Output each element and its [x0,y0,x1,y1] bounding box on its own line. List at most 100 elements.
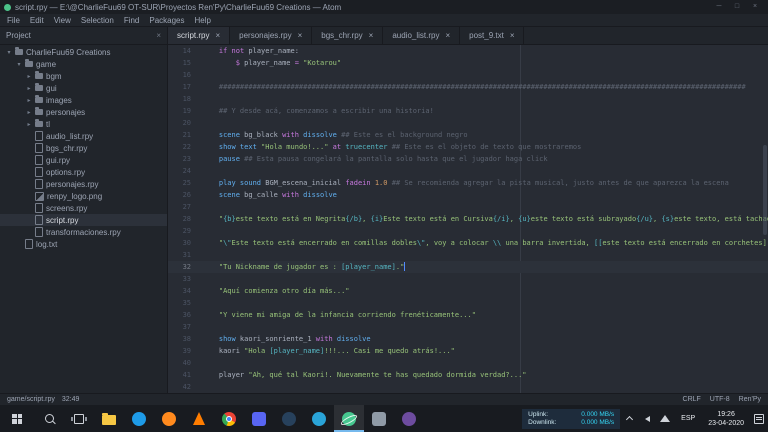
tab-close-icon[interactable]: × [215,31,220,40]
menu-view[interactable]: View [49,16,76,25]
status-cursor-position[interactable]: 32:49 [62,396,80,403]
line-number[interactable]: 24 [168,165,198,177]
search-button[interactable] [34,405,64,432]
line-number[interactable]: 23 [168,153,198,165]
line-number[interactable]: 38 [168,333,198,345]
line-number[interactable]: 21 [168,129,198,141]
taskbar-chrome-browser-button[interactable] [214,405,244,432]
tree-item-script.rpy[interactable]: script.rpy [0,214,167,226]
code-line[interactable]: 40 [168,357,768,369]
line-number[interactable]: 16 [168,69,198,81]
tab-script.rpy[interactable]: script.rpy× [168,27,230,44]
line-number[interactable]: 32 [168,261,198,273]
clock[interactable]: 19:26 23-04-2020 [702,410,750,428]
line-number[interactable]: 15 [168,57,198,69]
line-number[interactable]: 30 [168,237,198,249]
code-line[interactable]: 22 show text "Hola mundo!..." at truecen… [168,141,768,153]
tab-post_9.txt[interactable]: post_9.txt× [460,27,524,44]
tree-item-bgs_chr.rpy[interactable]: bgs_chr.rpy [0,142,167,154]
line-number[interactable]: 25 [168,177,198,189]
tree-item-game[interactable]: ▾game [0,58,167,70]
minimize-button[interactable]: ─ [710,0,728,14]
tree-item-renpy_logo.png[interactable]: renpy_logo.png [0,190,167,202]
menu-find[interactable]: Find [119,16,145,25]
code-line[interactable]: 36 "Y viene mi amiga de la infancia corr… [168,309,768,321]
status-utf-8[interactable]: UTF-8 [710,396,730,403]
code-line[interactable]: 37 [168,321,768,333]
code-line[interactable]: 34 "Aquí comienza otro día más..." [168,285,768,297]
code-line[interactable]: 19 ## Y desde acá, comenzamos a escribir… [168,105,768,117]
code-line[interactable]: 27 [168,201,768,213]
taskbar-telegram-button[interactable] [304,405,334,432]
tab-close-icon[interactable]: × [369,31,374,40]
line-number[interactable]: 27 [168,201,198,213]
tab-close-icon[interactable]: × [510,31,515,40]
code-line[interactable]: 35 [168,297,768,309]
task-view-button[interactable] [64,405,94,432]
code-line[interactable]: 17 #####################################… [168,81,768,93]
tree-item-options.rpy[interactable]: options.rpy [0,166,167,178]
maximize-button[interactable]: □ [728,0,746,14]
line-number[interactable]: 33 [168,273,198,285]
network-button[interactable] [656,415,674,422]
line-number[interactable]: 17 [168,81,198,93]
line-number[interactable]: 40 [168,357,198,369]
code-lines[interactable]: 14 if not player_name:15 $ player_name =… [168,45,768,393]
taskbar-game-launcher-button[interactable] [394,405,424,432]
code-line[interactable]: 21 scene bg_black with dissolve ## Este … [168,129,768,141]
line-number[interactable]: 31 [168,249,198,261]
line-number[interactable]: 41 [168,369,198,381]
tree-item-transformaciones.rpy[interactable]: transformaciones.rpy [0,226,167,238]
line-number[interactable]: 28 [168,213,198,225]
taskbar-edge-browser-button[interactable] [124,405,154,432]
menu-edit[interactable]: Edit [25,16,49,25]
code-line[interactable]: 25 play sound BGM_escena_inicial fadein … [168,177,768,189]
line-number[interactable]: 29 [168,225,198,237]
code-line[interactable]: 23 pause ## Esta pausa congelará la pant… [168,153,768,165]
line-number[interactable]: 37 [168,321,198,333]
line-number[interactable]: 34 [168,285,198,297]
code-line[interactable]: 41 player "Ah, qué tal Kaori!. Nuevament… [168,369,768,381]
code-line[interactable]: 32 "Tu Nickname de jugador es : [player_… [168,261,768,273]
code-line[interactable]: 26 scene bg_calle with dissolve [168,189,768,201]
tree-item-gui[interactable]: ▸gui [0,82,167,94]
taskbar-discord-button[interactable] [244,405,274,432]
code-line[interactable]: 30 "\"Este texto está encerrado en comil… [168,237,768,249]
tree-item-images[interactable]: ▸images [0,94,167,106]
code-line[interactable]: 29 [168,225,768,237]
start-button[interactable] [0,405,34,432]
tree-item-tl[interactable]: ▸tl [0,118,167,130]
line-number[interactable]: 22 [168,141,198,153]
line-number[interactable]: 39 [168,345,198,357]
line-number[interactable]: 42 [168,381,198,393]
line-number[interactable]: 20 [168,117,198,129]
tree-item-gui.rpy[interactable]: gui.rpy [0,154,167,166]
line-number[interactable]: 14 [168,45,198,57]
code-line[interactable]: 15 $ player_name = "Kotarou" [168,57,768,69]
tab-close-icon[interactable]: × [298,31,303,40]
code-line[interactable]: 24 [168,165,768,177]
taskbar-atom-editor-button[interactable] [334,405,364,432]
code-line[interactable]: 28 "{b}este texto está en Negrita{/b}, {… [168,213,768,225]
tree-item-personajes[interactable]: ▸personajes [0,106,167,118]
tree-item-bgm[interactable]: ▸bgm [0,70,167,82]
menu-help[interactable]: Help [190,16,216,25]
tab-personajes.rpy[interactable]: personajes.rpy× [230,27,312,44]
tab-close-icon[interactable]: × [445,31,450,40]
menu-selection[interactable]: Selection [76,16,119,25]
code-line[interactable]: 20 [168,117,768,129]
taskbar-steam-button[interactable] [274,405,304,432]
taskbar-firefox-browser-button[interactable] [154,405,184,432]
editor[interactable]: 14 if not player_name:15 $ player_name =… [168,45,768,393]
code-line[interactable]: 39 kaori "Hola [player_name]!!!... Casi … [168,345,768,357]
status-crlf[interactable]: CRLF [683,396,701,403]
taskbar-vlc-player-button[interactable] [184,405,214,432]
tree-item-log.txt[interactable]: log.txt [0,238,167,250]
code-line[interactable]: 18 [168,93,768,105]
menu-packages[interactable]: Packages [144,16,189,25]
code-line[interactable]: 14 if not player_name: [168,45,768,57]
volume-button[interactable] [638,416,656,422]
taskbar-file-explorer-button[interactable] [94,405,124,432]
tab-bgs_chr.rpy[interactable]: bgs_chr.rpy× [312,27,383,44]
line-number[interactable]: 35 [168,297,198,309]
